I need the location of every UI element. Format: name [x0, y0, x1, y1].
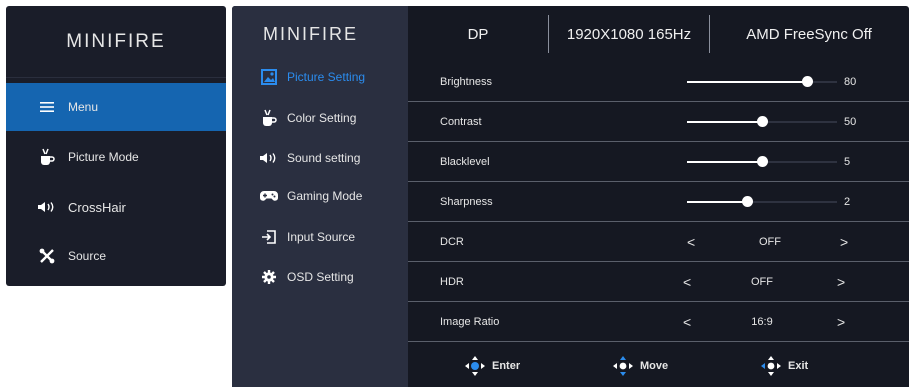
quick-menu-label: Menu — [68, 100, 99, 114]
color-icon — [260, 109, 278, 127]
brand-logo: MINIFIRE — [6, 6, 226, 78]
setting-value: 50 — [844, 116, 857, 128]
sharpness-slider[interactable] — [687, 196, 837, 207]
slider-handle[interactable] — [742, 196, 753, 207]
setting-label: Blacklevel — [440, 156, 490, 168]
hint-label: Exit — [788, 359, 809, 372]
setting-option-value: 16:9 — [751, 316, 773, 328]
sidebar-item-input-source[interactable]: Input Source — [260, 225, 355, 249]
speaker-icon — [260, 152, 278, 164]
quick-menu-item-crosshair[interactable]: CrossHair — [6, 183, 226, 231]
chevron-left-icon[interactable]: < — [687, 222, 695, 262]
speaker-icon — [36, 201, 58, 213]
quick-menu-label: Picture Mode — [68, 150, 139, 164]
hint-label: Move — [640, 359, 669, 372]
sidebar-item-osd-setting[interactable]: OSD Setting — [260, 265, 354, 289]
osd-sidebar: MINIFIRE Picture Setting Color Setting S… — [232, 6, 408, 387]
setting-row-brightness[interactable]: Brightness 80 — [408, 62, 909, 102]
brightness-slider[interactable] — [687, 76, 837, 87]
chevron-left-icon[interactable]: < — [683, 302, 691, 342]
quick-menu-item-picture-mode[interactable]: Picture Mode — [6, 133, 226, 181]
sidebar-item-sound-setting[interactable]: Sound setting — [260, 146, 360, 170]
sidebar-item-gaming-mode[interactable]: Gaming Mode — [260, 184, 362, 208]
slider-handle[interactable] — [802, 76, 813, 87]
status-bar: DP 1920X1080 165Hz AMD FreeSync Off — [408, 6, 909, 62]
picture-mode-icon — [36, 148, 58, 166]
joystick-press-icon — [464, 355, 486, 377]
status-port: DP — [467, 25, 489, 43]
setting-label: Image Ratio — [440, 316, 500, 328]
blacklevel-slider[interactable] — [687, 156, 837, 167]
quick-menu-item-menu[interactable]: Menu — [6, 83, 226, 131]
gear-icon — [260, 270, 278, 284]
setting-label: Contrast — [440, 116, 482, 128]
brand-logo: MINIFIRE — [263, 23, 358, 44]
quick-menu-label: Source — [68, 249, 107, 263]
hint-exit: Exit — [760, 344, 808, 387]
gamepad-icon — [260, 190, 278, 202]
sidebar-item-label: Sound setting — [287, 151, 361, 165]
setting-label: HDR — [440, 276, 464, 288]
sidebar-item-label: Input Source — [287, 230, 356, 244]
chevron-left-icon[interactable]: < — [683, 262, 691, 302]
hint-enter: Enter — [464, 344, 520, 387]
setting-value: 5 — [844, 156, 851, 168]
status-resolution: 1920X1080 165Hz — [566, 25, 692, 43]
sidebar-item-color-setting[interactable]: Color Setting — [260, 106, 356, 130]
picture-icon — [260, 69, 278, 85]
menu-icon — [36, 101, 58, 113]
tools-icon — [36, 248, 58, 264]
quick-menu-label: CrossHair — [68, 199, 126, 215]
setting-row-contrast[interactable]: Contrast 50 — [408, 102, 909, 142]
setting-row-sharpness[interactable]: Sharpness 2 — [408, 182, 909, 222]
setting-option-value: OFF — [751, 276, 773, 288]
hint-label: Enter — [492, 359, 521, 372]
slider-handle[interactable] — [757, 156, 768, 167]
setting-row-blacklevel[interactable]: Blacklevel 5 — [408, 142, 909, 182]
chevron-right-icon[interactable]: > — [837, 302, 845, 342]
joystick-back-icon — [760, 355, 782, 377]
status-freesync: AMD FreeSync Off — [746, 25, 872, 43]
contrast-slider[interactable] — [687, 116, 837, 127]
setting-value: 2 — [844, 196, 851, 208]
quick-menu-panel: MINIFIRE Menu Picture Mode CrossHair Sou… — [6, 6, 226, 286]
sidebar-item-label: Gaming Mode — [287, 189, 363, 203]
sidebar-item-label: OSD Setting — [287, 270, 354, 284]
sidebar-item-picture-setting[interactable]: Picture Setting — [260, 65, 365, 89]
setting-label: Brightness — [440, 76, 492, 88]
slider-fill — [687, 121, 762, 123]
key-hint-bar: Enter Move Exit — [408, 344, 909, 387]
setting-row-hdr[interactable]: HDR < OFF > — [408, 262, 909, 302]
setting-value: 80 — [844, 76, 857, 88]
settings-list: Brightness 80 Contrast 50 Blacklevel 5 S… — [408, 62, 909, 342]
slider-fill — [687, 161, 762, 163]
hint-move: Move — [612, 344, 668, 387]
chevron-right-icon[interactable]: > — [840, 222, 848, 262]
quick-menu-item-source[interactable]: Source — [6, 232, 226, 280]
setting-row-image-ratio[interactable]: Image Ratio < 16:9 > — [408, 302, 909, 342]
chevron-right-icon[interactable]: > — [837, 262, 845, 302]
setting-label: Sharpness — [440, 196, 493, 208]
input-icon — [260, 229, 278, 245]
slider-fill — [687, 201, 747, 203]
slider-handle[interactable] — [757, 116, 768, 127]
joystick-move-icon — [612, 355, 634, 377]
setting-label: DCR — [440, 236, 464, 248]
setting-option-value: OFF — [759, 236, 781, 248]
sidebar-item-label: Color Setting — [287, 111, 357, 125]
slider-fill — [687, 81, 807, 83]
sidebar-item-label: Picture Setting — [287, 70, 366, 84]
setting-row-dcr[interactable]: DCR < OFF > — [408, 222, 909, 262]
osd-main-panel: MINIFIRE Picture Setting Color Setting S… — [232, 6, 909, 387]
